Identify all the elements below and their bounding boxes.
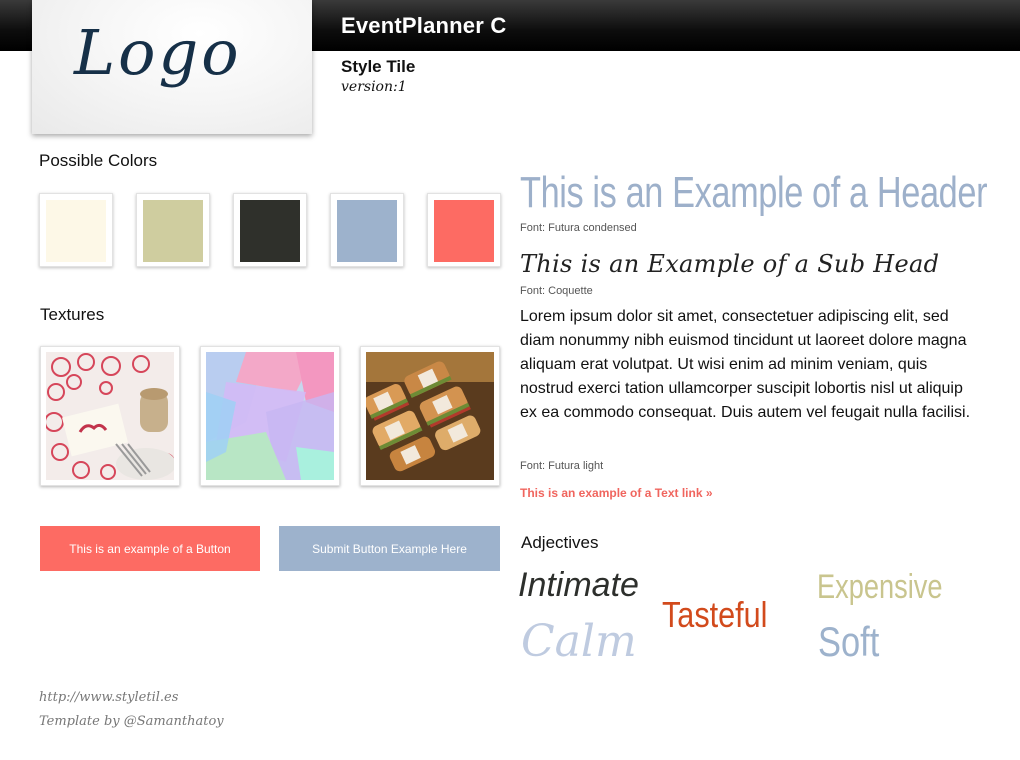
app-title: EventPlanner C [341,13,507,38]
adjective-soft: Soft [818,618,880,665]
color-swatch-charcoal [233,193,307,267]
style-tile-label: Style Tile [341,57,416,76]
color-swatch-cream [39,193,113,267]
texture-sandwiches [360,346,500,486]
footer-url: http://www.styletil.es [39,690,179,705]
adjective-calm: Calm [521,616,637,667]
textures-title: Textures [40,305,105,324]
version-label: version:1 [341,79,407,95]
color-swatch-olive [136,193,210,267]
color-swatch-blue [330,193,404,267]
texture-place-card [40,346,180,486]
texture-pastel-shapes [200,346,340,486]
header-example: This is an Example of a Header [520,168,988,217]
example-button[interactable]: This is an example of a Button [40,526,260,571]
example-text-link[interactable]: This is an example of a Text link » [520,486,713,500]
place-card-image [46,352,174,480]
logo-box: Logo [32,0,312,134]
pastel-shapes-image [206,352,334,480]
footer-credit: Template by @Samanthatoy [39,714,224,729]
adjective-tasteful: Tasteful [662,594,768,635]
logo: Logo [74,16,242,89]
possible-colors-title: Possible Colors [39,151,158,170]
body-copy: Lorem ipsum dolor sit amet, consectetuer… [520,308,971,421]
body-font-note: Font: Futura light [520,460,604,472]
adjectives-title: Adjectives [521,533,599,552]
color-swatch-coral [427,193,501,267]
header-font-note: Font: Futura condensed [520,222,637,234]
submit-button[interactable]: Submit Button Example Here [279,526,500,571]
subhead-example: This is an Example of a Sub Head [520,250,940,278]
adjective-intimate: Intimate [518,566,639,604]
adjective-expensive: Expensive [817,568,943,606]
subhead-font-note: Font: Coquette [520,285,593,297]
sandwiches-image [366,352,494,480]
